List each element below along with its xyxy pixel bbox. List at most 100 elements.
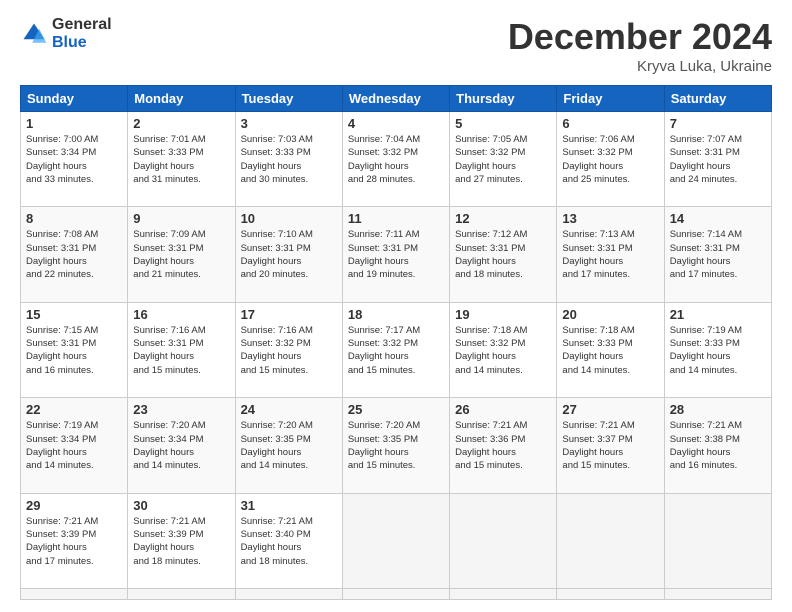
table-row (557, 589, 664, 600)
logo-text: General Blue (52, 16, 112, 51)
day-info: Sunrise: 7:21 AMSunset: 3:39 PMDaylight … (26, 516, 98, 567)
page: General Blue December 2024 Kryva Luka, U… (0, 0, 792, 612)
day-number: 11 (348, 211, 444, 226)
day-number: 14 (670, 211, 766, 226)
table-row: 22 Sunrise: 7:19 AMSunset: 3:34 PMDaylig… (21, 398, 128, 493)
table-row: 30 Sunrise: 7:21 AMSunset: 3:39 PMDaylig… (128, 493, 235, 588)
table-row (128, 589, 235, 600)
th-wednesday: Wednesday (342, 86, 449, 112)
day-info: Sunrise: 7:05 AMSunset: 3:32 PMDaylight … (455, 134, 527, 185)
day-info: Sunrise: 7:16 AMSunset: 3:32 PMDaylight … (241, 325, 313, 376)
calendar-row-1: 1 Sunrise: 7:00 AMSunset: 3:34 PMDayligh… (21, 112, 772, 207)
table-row: 3 Sunrise: 7:03 AMSunset: 3:33 PMDayligh… (235, 112, 342, 207)
table-row: 20 Sunrise: 7:18 AMSunset: 3:33 PMDaylig… (557, 302, 664, 397)
table-row (557, 493, 664, 588)
day-info: Sunrise: 7:21 AMSunset: 3:36 PMDaylight … (455, 420, 527, 471)
month-title: December 2024 (508, 16, 772, 58)
table-row: 8 Sunrise: 7:08 AMSunset: 3:31 PMDayligh… (21, 207, 128, 302)
day-number: 27 (562, 402, 658, 417)
th-tuesday: Tuesday (235, 86, 342, 112)
day-info: Sunrise: 7:19 AMSunset: 3:33 PMDaylight … (670, 325, 742, 376)
table-row: 7 Sunrise: 7:07 AMSunset: 3:31 PMDayligh… (664, 112, 771, 207)
calendar-row-3: 15 Sunrise: 7:15 AMSunset: 3:31 PMDaylig… (21, 302, 772, 397)
day-info: Sunrise: 7:18 AMSunset: 3:33 PMDaylight … (562, 325, 634, 376)
day-info: Sunrise: 7:09 AMSunset: 3:31 PMDaylight … (133, 229, 205, 280)
day-info: Sunrise: 7:18 AMSunset: 3:32 PMDaylight … (455, 325, 527, 376)
table-row (450, 589, 557, 600)
table-row: 6 Sunrise: 7:06 AMSunset: 3:32 PMDayligh… (557, 112, 664, 207)
day-number: 3 (241, 116, 337, 131)
table-row: 17 Sunrise: 7:16 AMSunset: 3:32 PMDaylig… (235, 302, 342, 397)
day-info: Sunrise: 7:20 AMSunset: 3:35 PMDaylight … (241, 420, 313, 471)
day-info: Sunrise: 7:03 AMSunset: 3:33 PMDaylight … (241, 134, 313, 185)
table-row: 10 Sunrise: 7:10 AMSunset: 3:31 PMDaylig… (235, 207, 342, 302)
calendar-body: 1 Sunrise: 7:00 AMSunset: 3:34 PMDayligh… (21, 112, 772, 600)
day-info: Sunrise: 7:12 AMSunset: 3:31 PMDaylight … (455, 229, 527, 280)
day-number: 1 (26, 116, 122, 131)
calendar: Sunday Monday Tuesday Wednesday Thursday… (20, 85, 772, 600)
table-row: 21 Sunrise: 7:19 AMSunset: 3:33 PMDaylig… (664, 302, 771, 397)
logo-blue: Blue (52, 34, 112, 52)
logo-icon (20, 20, 48, 48)
table-row: 28 Sunrise: 7:21 AMSunset: 3:38 PMDaylig… (664, 398, 771, 493)
day-info: Sunrise: 7:21 AMSunset: 3:39 PMDaylight … (133, 516, 205, 567)
day-number: 5 (455, 116, 551, 131)
table-row: 19 Sunrise: 7:18 AMSunset: 3:32 PMDaylig… (450, 302, 557, 397)
th-thursday: Thursday (450, 86, 557, 112)
day-info: Sunrise: 7:20 AMSunset: 3:34 PMDaylight … (133, 420, 205, 471)
table-row: 13 Sunrise: 7:13 AMSunset: 3:31 PMDaylig… (557, 207, 664, 302)
day-info: Sunrise: 7:00 AMSunset: 3:34 PMDaylight … (26, 134, 98, 185)
table-row (342, 493, 449, 588)
table-row: 1 Sunrise: 7:00 AMSunset: 3:34 PMDayligh… (21, 112, 128, 207)
day-info: Sunrise: 7:04 AMSunset: 3:32 PMDaylight … (348, 134, 420, 185)
title-block: December 2024 Kryva Luka, Ukraine (508, 16, 772, 75)
table-row: 4 Sunrise: 7:04 AMSunset: 3:32 PMDayligh… (342, 112, 449, 207)
day-number: 31 (241, 498, 337, 513)
day-number: 4 (348, 116, 444, 131)
day-number: 23 (133, 402, 229, 417)
day-info: Sunrise: 7:10 AMSunset: 3:31 PMDaylight … (241, 229, 313, 280)
table-row: 11 Sunrise: 7:11 AMSunset: 3:31 PMDaylig… (342, 207, 449, 302)
th-friday: Friday (557, 86, 664, 112)
calendar-row-2: 8 Sunrise: 7:08 AMSunset: 3:31 PMDayligh… (21, 207, 772, 302)
table-row: 31 Sunrise: 7:21 AMSunset: 3:40 PMDaylig… (235, 493, 342, 588)
day-number: 28 (670, 402, 766, 417)
day-info: Sunrise: 7:15 AMSunset: 3:31 PMDaylight … (26, 325, 98, 376)
day-info: Sunrise: 7:08 AMSunset: 3:31 PMDaylight … (26, 229, 98, 280)
table-row: 24 Sunrise: 7:20 AMSunset: 3:35 PMDaylig… (235, 398, 342, 493)
table-row: 29 Sunrise: 7:21 AMSunset: 3:39 PMDaylig… (21, 493, 128, 588)
table-row: 27 Sunrise: 7:21 AMSunset: 3:37 PMDaylig… (557, 398, 664, 493)
calendar-row-4: 22 Sunrise: 7:19 AMSunset: 3:34 PMDaylig… (21, 398, 772, 493)
day-number: 2 (133, 116, 229, 131)
day-info: Sunrise: 7:11 AMSunset: 3:31 PMDaylight … (348, 229, 420, 280)
table-row: 12 Sunrise: 7:12 AMSunset: 3:31 PMDaylig… (450, 207, 557, 302)
day-info: Sunrise: 7:21 AMSunset: 3:38 PMDaylight … (670, 420, 742, 471)
day-number: 16 (133, 307, 229, 322)
table-row: 23 Sunrise: 7:20 AMSunset: 3:34 PMDaylig… (128, 398, 235, 493)
table-row: 16 Sunrise: 7:16 AMSunset: 3:31 PMDaylig… (128, 302, 235, 397)
day-info: Sunrise: 7:16 AMSunset: 3:31 PMDaylight … (133, 325, 205, 376)
table-row: 5 Sunrise: 7:05 AMSunset: 3:32 PMDayligh… (450, 112, 557, 207)
day-number: 18 (348, 307, 444, 322)
table-row (664, 493, 771, 588)
day-number: 17 (241, 307, 337, 322)
table-row: 15 Sunrise: 7:15 AMSunset: 3:31 PMDaylig… (21, 302, 128, 397)
table-row (342, 589, 449, 600)
day-number: 22 (26, 402, 122, 417)
day-number: 24 (241, 402, 337, 417)
calendar-row-5: 29 Sunrise: 7:21 AMSunset: 3:39 PMDaylig… (21, 493, 772, 588)
day-number: 30 (133, 498, 229, 513)
header: General Blue December 2024 Kryva Luka, U… (20, 16, 772, 75)
table-row: 25 Sunrise: 7:20 AMSunset: 3:35 PMDaylig… (342, 398, 449, 493)
weekday-header-row: Sunday Monday Tuesday Wednesday Thursday… (21, 86, 772, 112)
day-number: 26 (455, 402, 551, 417)
day-info: Sunrise: 7:17 AMSunset: 3:32 PMDaylight … (348, 325, 420, 376)
day-number: 6 (562, 116, 658, 131)
day-number: 19 (455, 307, 551, 322)
calendar-row-6 (21, 589, 772, 600)
logo: General Blue (20, 16, 112, 51)
day-number: 25 (348, 402, 444, 417)
table-row: 14 Sunrise: 7:14 AMSunset: 3:31 PMDaylig… (664, 207, 771, 302)
day-info: Sunrise: 7:20 AMSunset: 3:35 PMDaylight … (348, 420, 420, 471)
th-saturday: Saturday (664, 86, 771, 112)
